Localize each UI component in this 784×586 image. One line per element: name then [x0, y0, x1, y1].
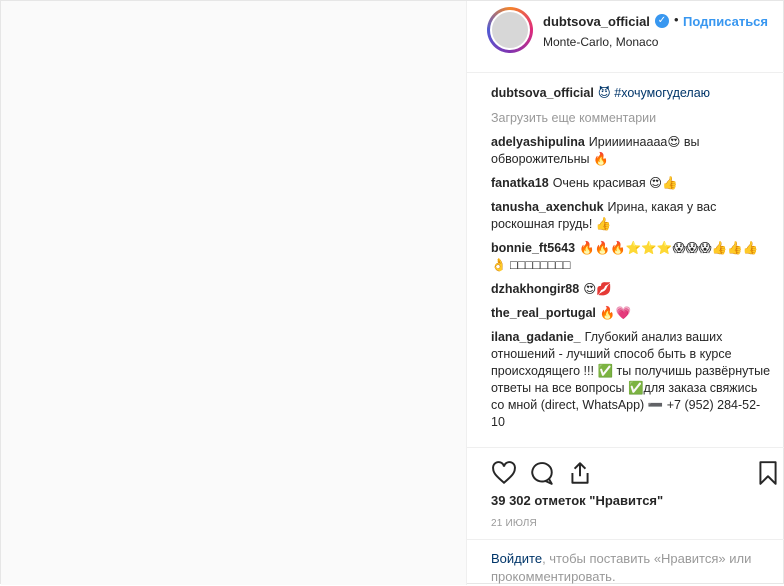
comment-text: 🔥💗 [599, 306, 632, 320]
header-separator: • [674, 12, 679, 27]
instagram-post: dubtsova_official ✓ • Подписаться Monte-… [0, 0, 784, 585]
post-date: 21 ИЮЛЯ [491, 518, 537, 529]
comment-icon[interactable] [529, 460, 555, 486]
comment-username[interactable]: dzhakhongir88 [491, 282, 579, 296]
comment-username[interactable]: tanusha_axenchuk [491, 200, 604, 214]
comment: adelyashipulina Ириииинаааа😍 вы обворожит… [491, 134, 771, 168]
header-username[interactable]: dubtsova_official [543, 14, 650, 29]
comment-username[interactable]: adelyashipulina [491, 135, 585, 149]
share-icon[interactable] [567, 460, 593, 486]
location-link[interactable]: Monte-Carlo, Monaco [543, 35, 658, 49]
post-photo-placeholder[interactable] [1, 1, 467, 585]
signin-prompt: Войдите, чтобы поставить «Нравится» или … [467, 539, 784, 585]
action-bar [467, 447, 784, 497]
bookmark-icon[interactable] [755, 460, 781, 486]
comment-username[interactable]: fanatka18 [491, 176, 549, 190]
caption-text: 😈 #хочумогуделаю [597, 86, 711, 100]
story-ring[interactable] [487, 7, 533, 53]
avatar[interactable] [490, 10, 530, 50]
comments-list: dubtsova_official 😈 #хочумогуделаю Загруз… [491, 85, 771, 438]
post-header: dubtsova_official ✓ • Подписаться Monte-… [467, 1, 784, 73]
follow-button[interactable]: Подписаться [683, 14, 768, 29]
comment-text: Очень красивая 😍👍 [552, 176, 678, 190]
comment-username[interactable]: ilana_gadanie_ [491, 330, 581, 344]
comment: bonnie_ft5643 🔥🔥🔥⭐⭐⭐😱😱😱👍👍👍👌 □□□□□□□□ [491, 240, 771, 274]
caption-username[interactable]: dubtsova_official [491, 86, 594, 100]
comment-text: Глубокий анализ ваших отношений - лучший… [491, 330, 771, 429]
verified-badge-icon: ✓ [655, 14, 669, 28]
comment: the_real_portugal 🔥💗 [491, 305, 771, 322]
comment-username[interactable]: bonnie_ft5643 [491, 241, 575, 255]
load-more-comments-button[interactable]: Загрузить еще комментарии [491, 110, 771, 127]
comment-username[interactable]: the_real_portugal [491, 306, 596, 320]
comment: fanatka18 Очень красивая 😍👍 [491, 175, 771, 192]
comment: dzhakhongir88 😍💋 [491, 281, 771, 298]
caption: dubtsova_official 😈 #хочумогуделаю [491, 85, 771, 102]
comment-text: 😍💋 [583, 282, 612, 296]
heart-icon[interactable] [491, 460, 517, 486]
comment: tanusha_axenchuk Ирина, какая у вас роско… [491, 199, 771, 233]
likes-count[interactable]: 39 302 отметок "Нравится" [491, 493, 663, 508]
post-sidebar: dubtsova_official ✓ • Подписаться Monte-… [467, 1, 784, 585]
comment: ilana_gadanie_ Глубокий анализ ваших отно… [491, 329, 771, 431]
signin-link[interactable]: Войдите [491, 551, 542, 566]
